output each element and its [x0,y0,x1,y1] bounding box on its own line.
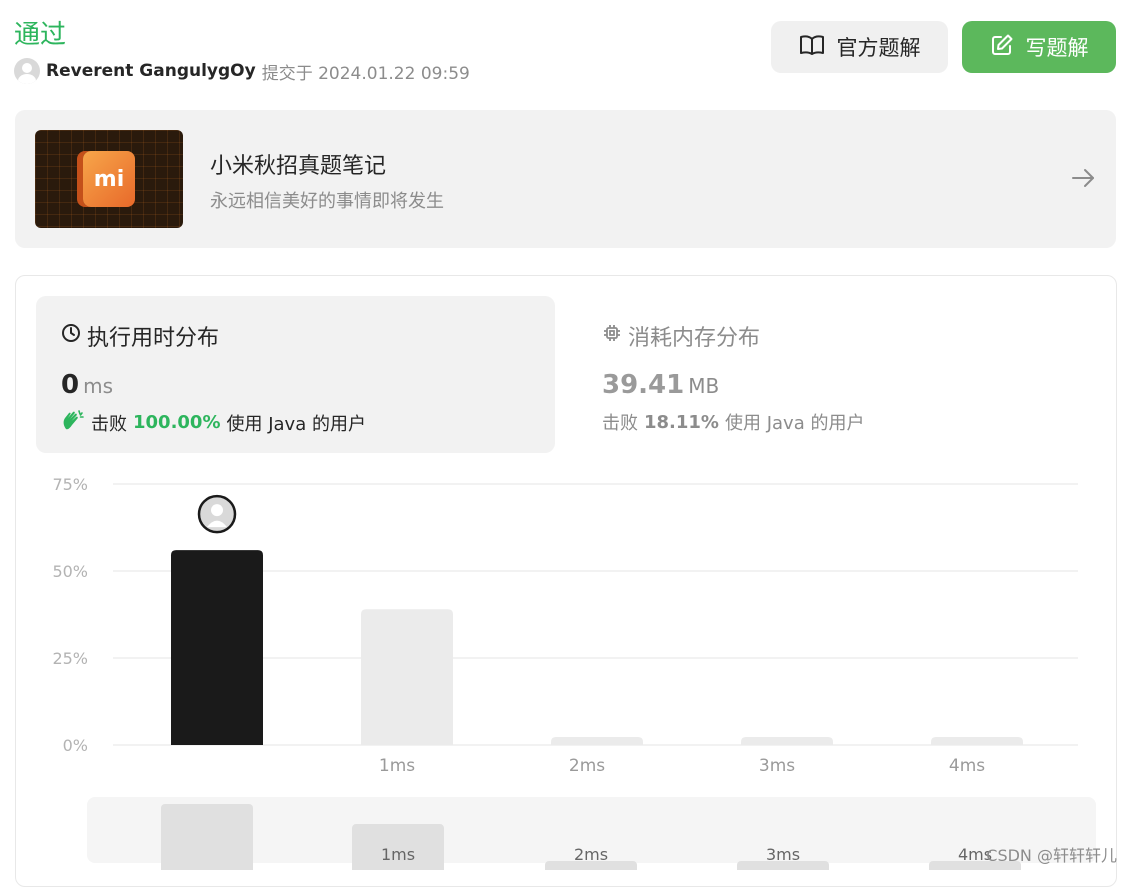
clock-icon [61,323,81,349]
user-name[interactable]: Reverent GangulygOy [46,61,256,81]
submission-meta-row: Reverent GangulygOy 提交于 2024.01.22 09:59 [14,58,470,84]
submission-status: 通过 [14,20,67,50]
chart-bar[interactable] [171,550,263,745]
banner-thumbnail: mi [35,130,183,228]
runtime-value: 0 [61,370,80,400]
book-icon [799,34,825,61]
memory-beat-suffix: 使用 Java 的用户 [724,413,865,434]
runtime-beat-suffix: 使用 Java 的用户 [226,413,366,435]
clap-icon [61,409,85,436]
runtime-beat-percent: 100.00% [133,412,221,433]
runtime-tab-title: 执行用时分布 [87,326,220,351]
chip-icon [602,323,622,349]
watermark: CSDN @轩轩轩儿 [986,846,1117,865]
official-solution-label: 官方题解 [836,36,921,60]
banner-subtitle: 永远相信美好的事情即将发生 [210,191,444,212]
submitted-time: 提交于 2024.01.22 09:59 [261,63,470,84]
memory-beat-percent: 18.11% [644,411,719,433]
chart-bar[interactable] [361,609,453,745]
banner-title: 小米秋招真题笔记 [210,154,387,179]
official-solution-button[interactable]: 官方题解 [771,21,948,73]
xiaomi-logo: mi [83,151,135,207]
arrow-right-icon [1070,165,1096,195]
memory-unit: MB [688,374,720,398]
chart-bar[interactable] [551,737,643,745]
memory-tab-title: 消耗内存分布 [628,326,761,351]
edit-icon [990,33,1014,62]
write-solution-label: 写题解 [1025,36,1089,60]
write-solution-button[interactable]: 写题解 [962,21,1116,73]
user-avatar[interactable] [14,58,40,84]
chart-bar[interactable] [741,737,833,745]
tab-memory-distribution[interactable]: 消耗内存分布 39.41 MB 击败 18.11% 使用 Java 的用户 [580,296,1099,453]
memory-beat-prefix: 击败 [602,413,638,434]
runtime-beat-prefix: 击败 [91,413,127,435]
memory-value: 39.41 [602,370,685,400]
chart-bar[interactable] [931,737,1023,745]
runtime-unit: ms [83,374,113,398]
tab-runtime-distribution[interactable]: 执行用时分布 0 ms 击败 100.00% 使用 Java 的用户 [36,296,555,453]
promo-banner[interactable]: mi 小米秋招真题笔记 永远相信美好的事情即将发生 [15,110,1116,248]
